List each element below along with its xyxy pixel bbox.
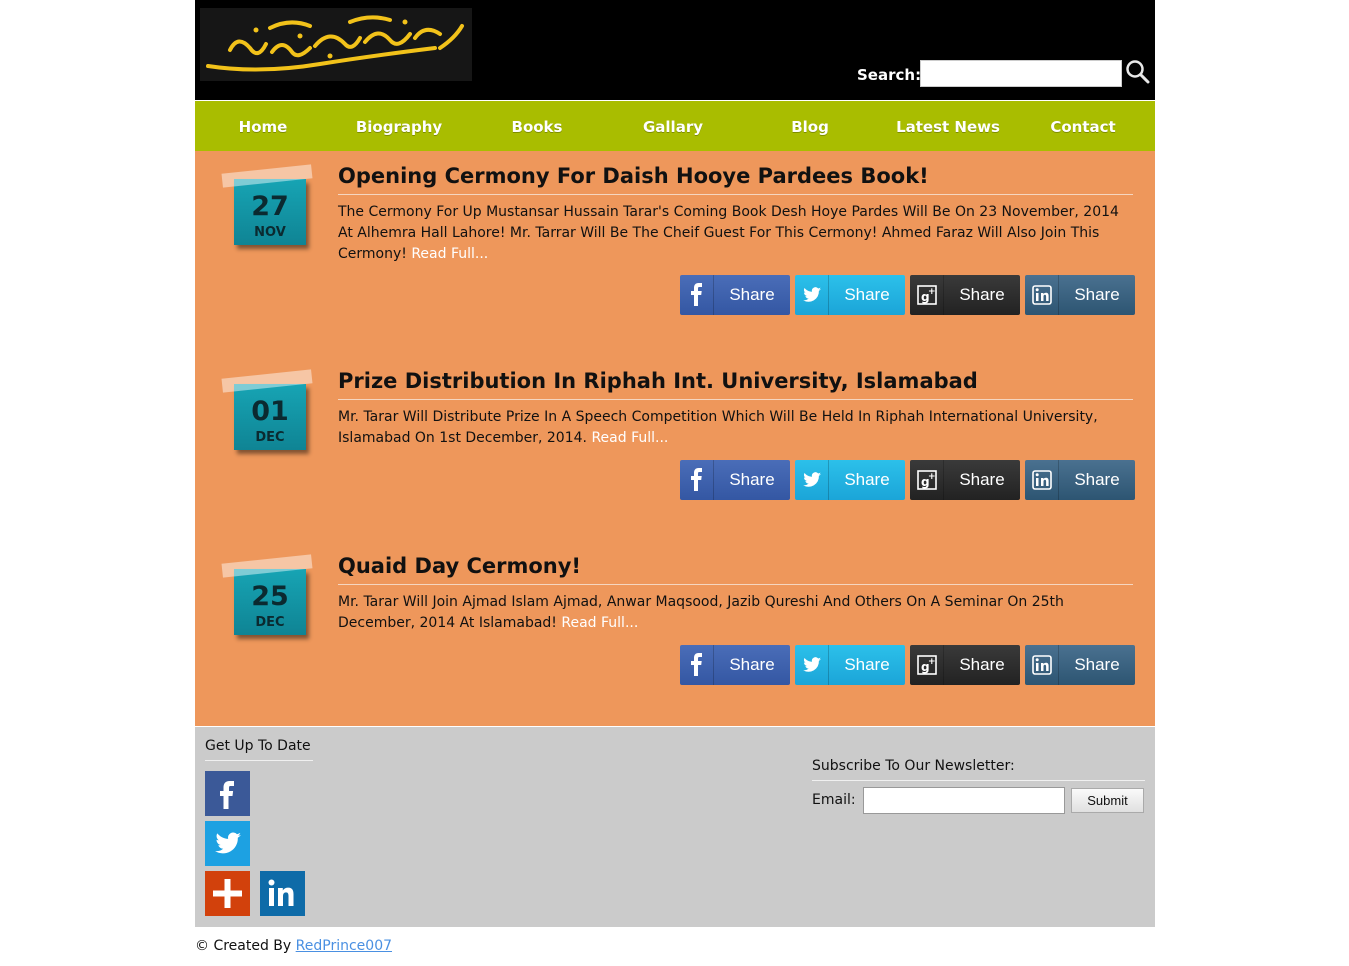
credit-prefix: © Created By [195, 938, 292, 954]
twitter-icon [795, 275, 829, 315]
post-body: Mr. Tarar Will Join Ajmad Islam Ajmad, A… [338, 592, 1133, 634]
share-label: Share [729, 470, 775, 489]
svg-text:+: + [928, 472, 936, 482]
email-label: Email: [812, 792, 856, 808]
facebook-icon [680, 460, 714, 500]
share-label: Share [1074, 470, 1120, 489]
date-day: 27 [251, 191, 289, 222]
twitter-icon[interactable] [205, 821, 250, 866]
linkedin-icon [1025, 645, 1059, 685]
date-month: NOV [254, 225, 286, 240]
twitter-icon [795, 460, 829, 500]
divider [338, 194, 1133, 195]
share-label: Share [729, 655, 775, 674]
share-label: Share [1074, 285, 1120, 304]
share-label: Share [844, 470, 890, 489]
date-badge: 27 NOV [220, 164, 313, 257]
date-badge: 25 DEC [220, 554, 313, 647]
site-header: Search: [195, 0, 1155, 100]
google-plus-share-button[interactable]: g + Share [910, 460, 1020, 500]
read-more-link[interactable]: Read Full... [561, 615, 638, 631]
divider [338, 399, 1133, 400]
google-plus-icon[interactable] [205, 871, 250, 916]
submit-button[interactable]: Submit [1071, 788, 1144, 813]
linkedin-share-button[interactable]: Share [1025, 645, 1135, 685]
linkedin-share-button[interactable]: Share [1025, 275, 1135, 315]
share-label: Share [844, 285, 890, 304]
date-day: 01 [251, 396, 289, 427]
footer-heading: Get Up To Date [205, 738, 311, 754]
facebook-share-button[interactable]: Share [680, 460, 790, 500]
urdu-calligraphy-logo [200, 8, 472, 81]
twitter-share-button[interactable]: Share [795, 275, 905, 315]
divider [338, 584, 1133, 585]
post-body: The Cermony For Up Mustansar Hussain Tar… [338, 202, 1133, 265]
date-month: DEC [255, 430, 285, 445]
nav-item-latest-news[interactable]: Latest News [893, 101, 1003, 151]
site-footer: Get Up To Date Subscribe To Our Newslett… [195, 727, 1155, 927]
post-text: Mr. Tarar Will Join Ajmad Islam Ajmad, A… [338, 594, 1064, 631]
search-label: Search: [857, 66, 922, 84]
facebook-icon [680, 275, 714, 315]
google-plus-icon: g + [910, 460, 944, 500]
share-label: Share [959, 655, 1005, 674]
linkedin-share-button[interactable]: Share [1025, 460, 1135, 500]
main-nav: Home Biography Books Gallary Blog Latest… [195, 101, 1155, 151]
google-plus-icon: g + [910, 645, 944, 685]
credit-line: © Created By RedPrince007 [195, 938, 392, 954]
post-text: Mr. Tarar Will Distribute Prize In A Spe… [338, 409, 1098, 446]
share-label: Share [959, 285, 1005, 304]
nav-item-contact[interactable]: Contact [1035, 101, 1131, 151]
date-badge: 01 DEC [220, 369, 313, 462]
twitter-icon [795, 645, 829, 685]
author-link[interactable]: RedPrince007 [296, 938, 392, 954]
svg-text:+: + [928, 657, 936, 667]
nav-item-blog[interactable]: Blog [762, 101, 858, 151]
date-month: DEC [255, 615, 285, 630]
divider [205, 760, 313, 761]
read-more-link[interactable]: Read Full... [411, 246, 488, 262]
twitter-share-button[interactable]: Share [795, 645, 905, 685]
share-label: Share [729, 285, 775, 304]
facebook-share-button[interactable]: Share [680, 275, 790, 315]
google-plus-share-button[interactable]: g + Share [910, 275, 1020, 315]
search-icon[interactable] [1125, 59, 1151, 85]
linkedin-icon [1025, 275, 1059, 315]
share-label: Share [844, 655, 890, 674]
twitter-share-button[interactable]: Share [795, 460, 905, 500]
post-title[interactable]: Quaid Day Cermony! [338, 554, 1133, 578]
facebook-icon[interactable] [205, 771, 250, 816]
share-row: Share Share g + Share Share [680, 275, 1135, 315]
linkedin-icon[interactable] [260, 871, 305, 916]
svg-text:+: + [928, 287, 936, 297]
nav-item-books[interactable]: Books [489, 101, 585, 151]
linkedin-icon [1025, 460, 1059, 500]
date-day: 25 [251, 581, 289, 612]
nav-item-gallary[interactable]: Gallary [625, 101, 721, 151]
nav-item-home[interactable]: Home [215, 101, 311, 151]
facebook-icon [680, 645, 714, 685]
site-logo[interactable] [200, 8, 472, 81]
search-input[interactable] [920, 60, 1122, 87]
nav-item-biography[interactable]: Biography [351, 101, 447, 151]
news-list: 27 NOV Opening Cermony For Daish Hooye P… [195, 151, 1155, 726]
email-field[interactable] [863, 787, 1065, 814]
post-body: Mr. Tarar Will Distribute Prize In A Spe… [338, 407, 1133, 449]
share-row: Share Share g + Share Share [680, 460, 1135, 500]
share-label: Share [959, 470, 1005, 489]
facebook-share-button[interactable]: Share [680, 645, 790, 685]
google-plus-icon: g + [910, 275, 944, 315]
google-plus-share-button[interactable]: g + Share [910, 645, 1020, 685]
divider [812, 780, 1145, 781]
post-title[interactable]: Opening Cermony For Daish Hooye Pardees … [338, 164, 1133, 188]
post-title[interactable]: Prize Distribution In Riphah Int. Univer… [338, 369, 1133, 393]
read-more-link[interactable]: Read Full... [591, 430, 668, 446]
share-label: Share [1074, 655, 1120, 674]
newsletter-title: Subscribe To Our Newsletter: [812, 758, 1015, 774]
share-row: Share Share g + Share Share [680, 645, 1135, 685]
